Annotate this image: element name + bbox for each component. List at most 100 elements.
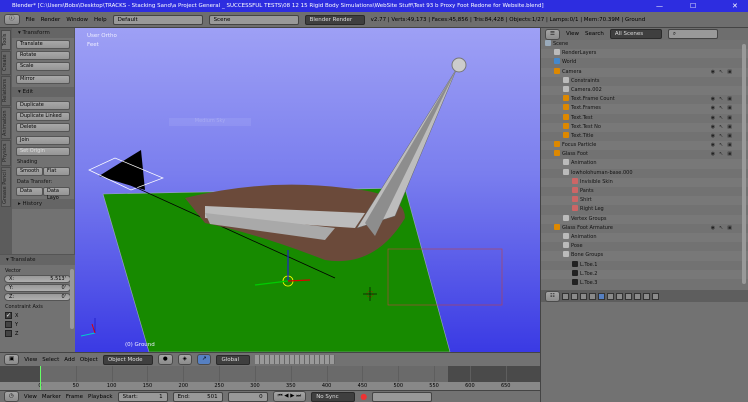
duplicate-button[interactable]: Duplicate [16,101,70,110]
outliner-item[interactable]: Text.Frame Count ◉↖▣ [541,95,748,104]
mirror-button[interactable]: Mirror [16,75,70,84]
outliner-item[interactable]: Camera.002 [541,85,748,96]
render-tab-icon[interactable] [561,292,569,300]
tab-animation[interactable]: Animation [1,107,11,139]
outliner-item[interactable]: Pants [541,187,748,196]
editor-type-button[interactable]: ◷ [4,391,19,402]
outliner-item[interactable]: Glass Foot ◉↖▣ [541,150,748,159]
outliner-item[interactable]: L.Toe.2 [541,269,748,279]
material-tab-icon[interactable] [624,292,632,300]
scrollbar[interactable] [742,44,746,284]
end-frame-field[interactable]: End: 501 [172,391,223,402]
physics-tab-icon[interactable] [651,292,659,300]
world-tab-icon[interactable] [579,292,587,300]
tab-tools[interactable]: Tools [1,30,11,50]
close-button[interactable]: ✕ [732,0,738,12]
outliner-item[interactable]: L.Toe.3 [541,278,748,288]
set-origin-dropdown[interactable]: Set Origin [16,147,70,156]
data-tab-icon[interactable] [615,292,623,300]
shading-button[interactable]: ● [157,354,173,365]
outliner-item[interactable]: lowholohuman-base.000 [541,168,748,178]
menu-playback[interactable]: Playback [88,394,113,400]
outliner-item[interactable]: Text.Frames ◉↖▣ [541,104,748,114]
join-button[interactable]: Join [16,136,70,145]
menu-view[interactable]: View [566,31,579,37]
visibility-toggles[interactable]: ◉↖▣ [711,95,736,104]
current-frame-field[interactable]: 0 [227,391,268,402]
editor-type-button[interactable]: ⓘ [4,14,20,25]
visibility-toggles[interactable]: ◉↖▣ [711,114,736,123]
menu-search[interactable]: Search [585,31,604,37]
start-frame-field[interactable]: Start: 1 [117,391,168,402]
outliner-item[interactable]: Focus Particle ◉↖▣ [541,141,748,151]
menu-window[interactable]: Window [66,17,88,23]
display-mode-selector[interactable]: All Scenes [609,29,662,39]
visibility-toggles[interactable]: ◉↖▣ [711,132,736,141]
constraints-tab-icon[interactable] [597,292,605,300]
translate-panel-header[interactable]: ▾ Translate [0,255,75,265]
data-button[interactable]: Data [16,187,43,196]
outliner-item[interactable]: Glass Foot Armature ◉↖▣ [541,223,748,233]
outliner-item[interactable]: Animation [541,232,748,243]
data-layout-button[interactable]: Data Layo [43,187,70,201]
visibility-toggles[interactable]: ◉↖▣ [711,150,736,159]
modifiers-tab-icon[interactable] [606,292,614,300]
smooth-button[interactable]: Smooth [16,167,43,176]
constraint-x-checkbox[interactable]: ✓ X [5,312,70,319]
outliner-item[interactable]: Scene [541,40,748,49]
menu-view[interactable]: View [24,357,37,363]
layout-selector[interactable]: Default [112,14,203,25]
transform-panel-header[interactable]: ▾ Transform [12,28,74,38]
outliner-item[interactable]: Animation [541,159,748,169]
tab-create[interactable]: Create [1,51,11,75]
playback-controls[interactable]: ⏮ ◀ ▶ ⏭ [272,391,307,402]
tab-grease-pencil[interactable]: Grease Pencil [1,167,11,207]
vector-y-field[interactable]: Y: 0' [4,284,71,292]
editor-type-button[interactable]: ☷ [545,290,560,302]
sync-selector[interactable]: No Sync [311,391,356,402]
maximize-button[interactable]: ☐ [690,0,696,12]
visibility-toggles[interactable]: ◉↖▣ [711,104,736,113]
constraint-z-checkbox[interactable]: Z [5,330,70,337]
menu-file[interactable]: File [26,17,35,23]
editor-type-button[interactable]: ▣ [4,354,20,365]
rotate-button[interactable]: Rotate [16,51,70,60]
render-engine-selector[interactable]: Blender Render [304,14,365,25]
menu-add[interactable]: Add [64,357,75,363]
menu-help[interactable]: Help [94,17,107,23]
outliner-item[interactable]: Pose [541,242,748,251]
outliner-item[interactable]: Bone Groups [541,251,748,261]
menu-frame[interactable]: Frame [66,394,83,400]
visibility-toggles[interactable]: ◉↖▣ [711,141,736,150]
3d-viewport[interactable]: User Ortho Feet Medium Sky (0) Ground [75,28,540,352]
scene-selector[interactable]: Scene [208,14,299,25]
orientation-selector[interactable]: Global [216,354,251,365]
object-tab-icon[interactable] [588,292,596,300]
history-panel-header[interactable]: ▸ History [12,199,74,209]
tab-relations[interactable]: Relations [1,76,11,106]
visibility-toggles[interactable]: ◉↖▣ [711,224,736,233]
scrollbar[interactable] [70,269,74,329]
pivot-button[interactable]: ◈ [177,354,192,365]
keying-set-field[interactable] [372,391,433,402]
outliner-item[interactable]: Camera ◉↖▣ [541,67,748,77]
outliner-item[interactable]: Constraints [541,76,748,86]
menu-select[interactable]: Select [42,357,59,363]
constraint-y-checkbox[interactable]: Y [5,321,70,328]
search-input[interactable]: ⌕ [667,29,718,39]
layer-buttons[interactable] [255,355,336,364]
translate-button[interactable]: Translate [16,40,70,49]
vector-z-field[interactable]: Z: 0' [4,293,71,301]
edit-panel-header[interactable]: ▾ Edit [12,87,74,97]
tab-physics[interactable]: Physics [1,140,11,166]
minimize-button[interactable]: — [656,0,663,12]
outliner-item[interactable]: Text.Test No ◉↖▣ [541,122,748,132]
outliner-item[interactable]: World [541,58,748,67]
editor-type-button[interactable]: ☰ [545,28,560,40]
outliner-item[interactable]: Invisible Skin [541,177,748,187]
scale-button[interactable]: Scale [16,62,70,71]
particles-tab-icon[interactable] [642,292,650,300]
outliner-item[interactable]: Shirt [541,196,748,206]
menu-object[interactable]: Object [80,357,98,363]
current-frame-indicator[interactable] [40,366,41,390]
